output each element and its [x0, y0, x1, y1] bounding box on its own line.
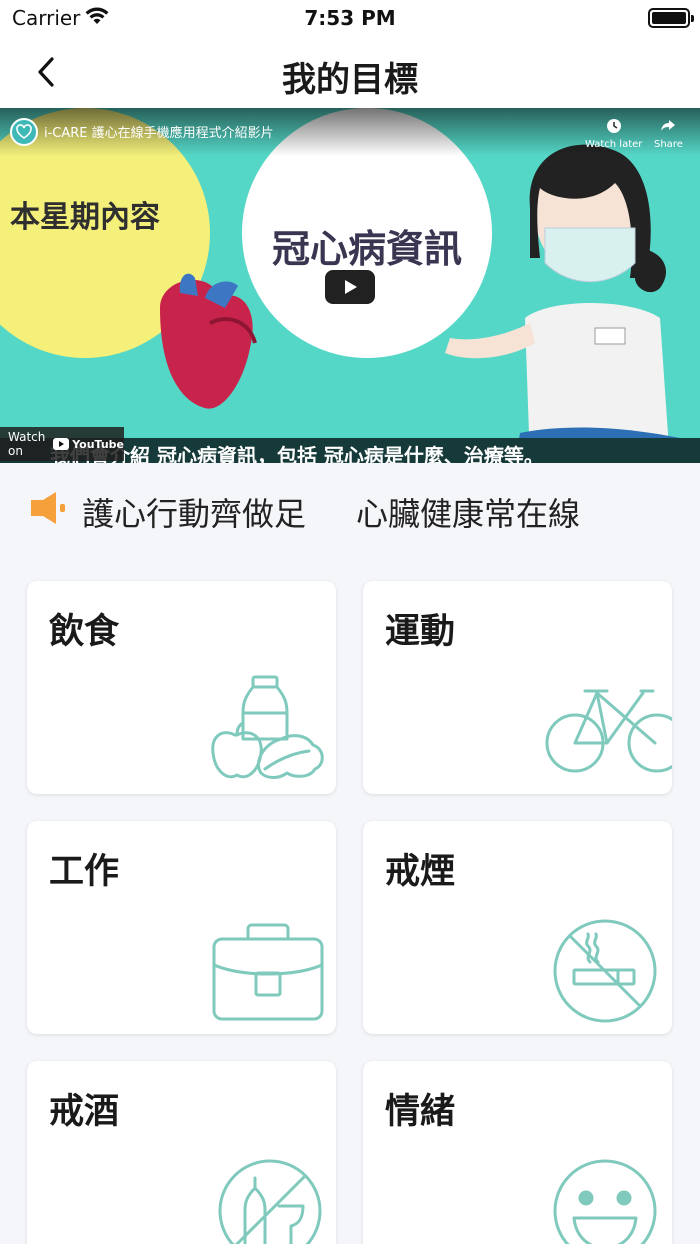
- nurse-illustration: [445, 144, 685, 463]
- card-label: 運動: [385, 612, 456, 652]
- speaker-icon: [31, 492, 65, 524]
- smiley-icon: [553, 1159, 657, 1244]
- heart-illustration: [160, 273, 257, 409]
- watch-on-youtube-button[interactable]: Watch on YouTube: [0, 427, 124, 461]
- share-icon: [661, 120, 676, 131]
- thumbnail-week-text: 本星期內容: [10, 200, 160, 235]
- card-label: 飲食: [49, 612, 120, 652]
- video-player[interactable]: 本星期內容 冠心病資訊 i-CARE 護心在線手機應用程式介紹影片 Watch …: [0, 108, 700, 463]
- channel-logo-icon[interactable]: [10, 118, 38, 146]
- food-icon: [211, 675, 324, 779]
- goal-card-quit-smoking[interactable]: 戒煙: [363, 821, 672, 1034]
- watch-later-button[interactable]: Watch later: [585, 118, 642, 150]
- goal-card-work[interactable]: 工作: [27, 821, 336, 1034]
- play-button[interactable]: [325, 270, 375, 304]
- slogan-part-2: 心臟健康常在線: [356, 495, 581, 533]
- bicycle-icon: [545, 689, 672, 773]
- battery-icon: [648, 8, 694, 28]
- video-subtitle: 我們會介紹 冠心病資訊，包括 冠心病是什麼、治療等。: [50, 444, 544, 463]
- no-smoking-icon: [553, 919, 657, 1023]
- youtube-logo-icon: YouTube: [53, 438, 124, 451]
- goal-card-diet[interactable]: 飲食: [27, 581, 336, 794]
- card-label: 工作: [49, 852, 120, 892]
- card-label: 戒酒: [49, 1092, 120, 1132]
- video-title[interactable]: i-CARE 護心在線手機應用程式介紹影片: [44, 122, 274, 141]
- slogan-row: 護心行動齊做足 心臟健康常在線: [0, 463, 700, 553]
- play-icon: [345, 280, 357, 294]
- goal-card-exercise[interactable]: 運動: [363, 581, 672, 794]
- status-bar: Carrier 7:53 PM: [0, 0, 700, 40]
- share-label: Share: [654, 139, 683, 150]
- share-button[interactable]: Share: [654, 118, 683, 150]
- card-label: 情緒: [385, 1092, 456, 1132]
- page-title: 我的目標: [282, 60, 418, 100]
- briefcase-icon: [212, 923, 324, 1021]
- watch-on-label: Watch on: [8, 430, 46, 458]
- goal-card-emotion[interactable]: 情緒: [363, 1061, 672, 1244]
- watch-later-label: Watch later: [585, 139, 643, 150]
- status-time: 7:53 PM: [304, 6, 396, 30]
- clock-icon: [606, 119, 621, 133]
- nav-bar: 我的目標: [0, 40, 700, 108]
- no-alcohol-icon: [218, 1159, 322, 1244]
- card-label: 戒煙: [385, 852, 456, 892]
- slogan-text: 護心行動齊做足 心臟健康常在線: [82, 489, 580, 535]
- goal-card-quit-drinking[interactable]: 戒酒: [27, 1061, 336, 1244]
- youtube-label: YouTube: [72, 437, 124, 451]
- slogan-part-1: 護心行動齊做足: [82, 495, 307, 533]
